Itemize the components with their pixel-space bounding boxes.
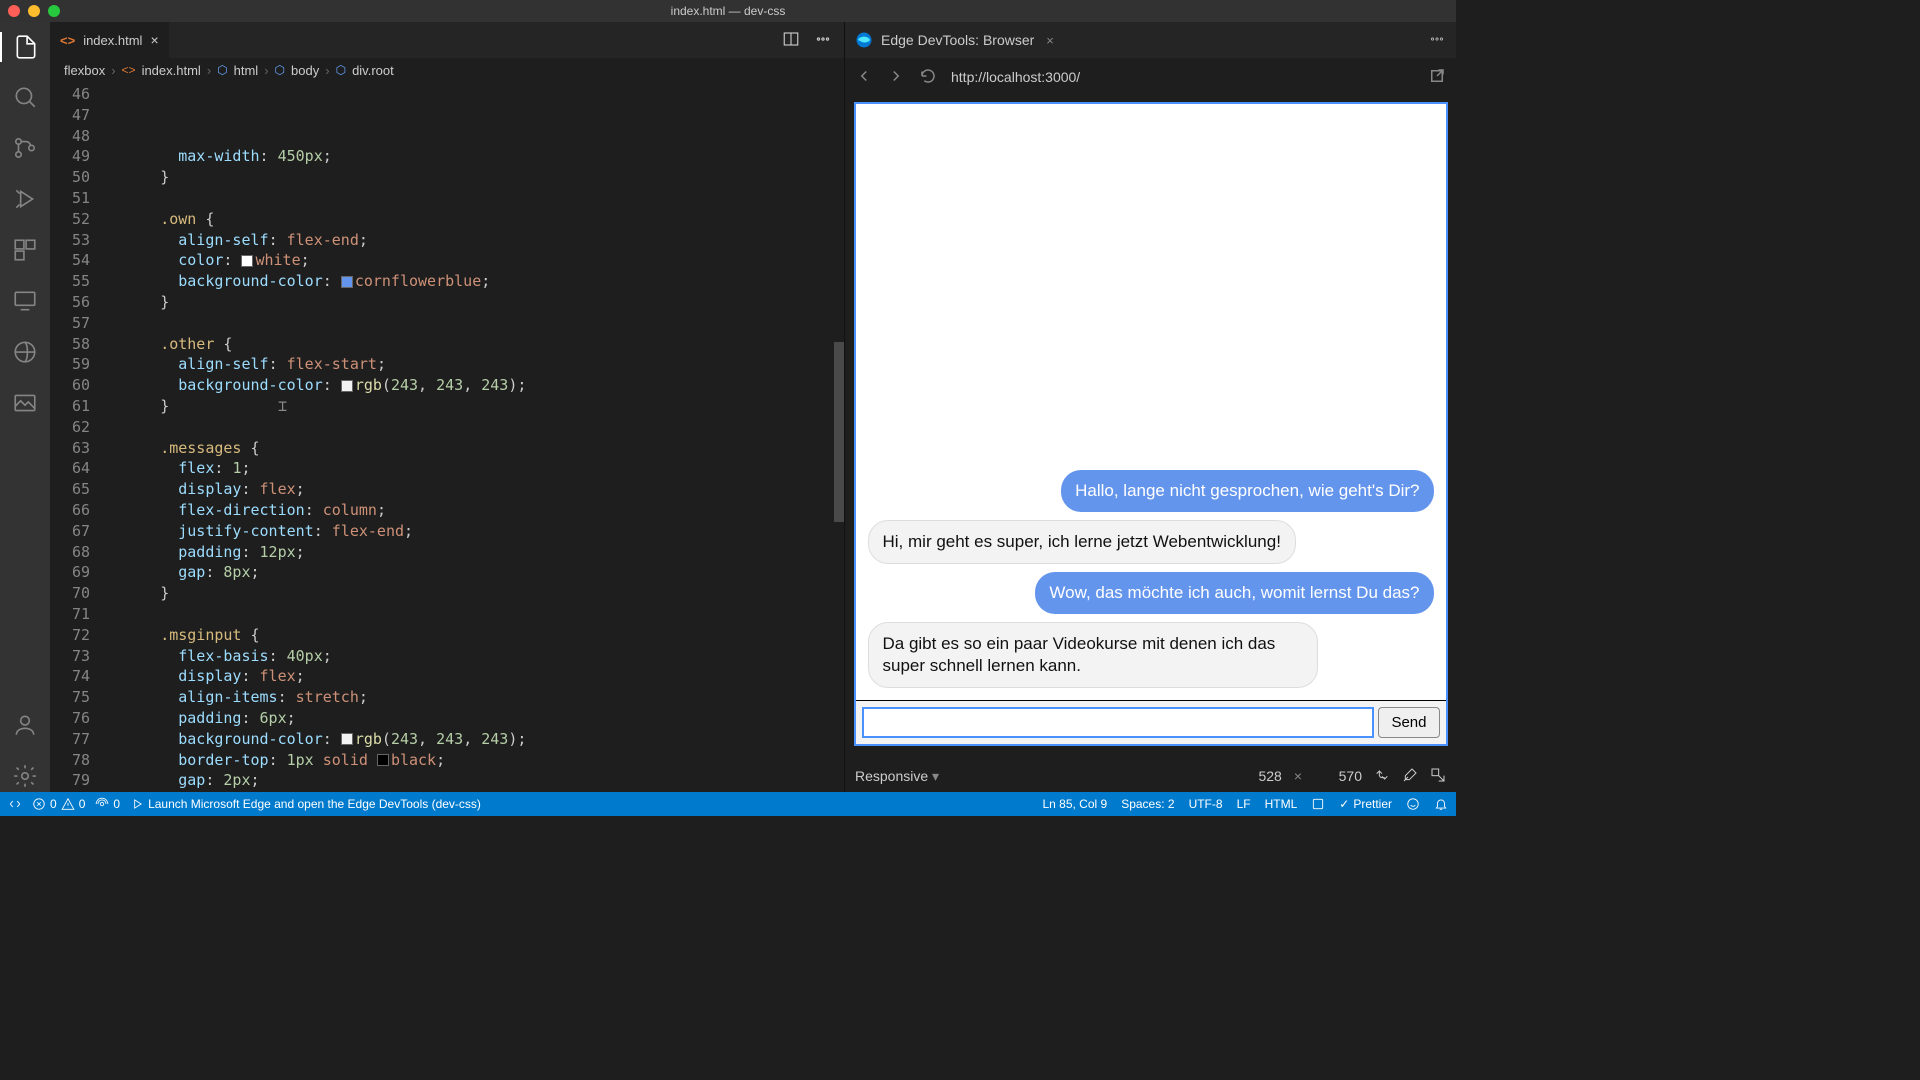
eyedropper-icon[interactable] — [1402, 767, 1418, 786]
crumb-folder[interactable]: flexbox — [64, 63, 105, 78]
responsive-dropdown[interactable]: Responsive — [855, 768, 939, 785]
message-input-bar: Send — [856, 700, 1446, 744]
remote-icon[interactable] — [12, 288, 38, 317]
feedback-icon[interactable] — [1406, 797, 1420, 812]
settings-icon[interactable] — [12, 763, 38, 792]
chat-message: Da gibt es so ein paar Videokurse mit de… — [868, 622, 1318, 688]
status-bar: 0 0 0 Launch Microsoft Edge and open the… — [0, 792, 1456, 816]
titlebar: index.html — dev-css — [0, 0, 1456, 22]
account-icon[interactable] — [12, 712, 38, 741]
html-file-icon: <> — [60, 33, 75, 48]
message-input[interactable] — [862, 707, 1375, 738]
chat-message: Hi, mir geht es super, ich lerne jetzt W… — [868, 520, 1296, 564]
tools-icon[interactable] — [1311, 797, 1325, 812]
close-tab-icon[interactable]: × — [150, 32, 158, 48]
window-title: index.html — dev-css — [671, 4, 786, 18]
dimension-separator: × — [1294, 768, 1302, 784]
window-controls — [8, 5, 60, 17]
editor-tabs: <> index.html × — [50, 22, 844, 58]
chat-messages: Hallo, lange nicht gesprochen, wie geht'… — [856, 104, 1446, 700]
crumb-file[interactable]: index.html — [142, 63, 201, 78]
code-editor[interactable]: 4647484950515253545556575859606162636465… — [50, 82, 844, 792]
edge-browser-icon — [855, 31, 873, 49]
nav-forward-icon[interactable] — [887, 67, 905, 88]
devtools-close-icon[interactable]: × — [1046, 33, 1054, 48]
tab-label: index.html — [83, 33, 142, 48]
launch-edge-status[interactable]: Launch Microsoft Edge and open the Edge … — [130, 797, 481, 811]
image-icon[interactable] — [12, 390, 38, 419]
language-mode[interactable]: HTML — [1265, 797, 1298, 811]
code-content[interactable]: ⌶ max-width: 450px; } .own { align-self:… — [106, 82, 844, 792]
devtools-toolbar: http://localhost:3000/ — [845, 58, 1456, 96]
notifications-icon[interactable] — [1434, 797, 1448, 812]
scrollbar-vertical[interactable] — [834, 342, 844, 522]
extensions-icon[interactable] — [12, 237, 38, 266]
split-editor-icon[interactable] — [782, 30, 800, 51]
devtools-panel: Edge DevTools: Browser × http://localhos… — [844, 22, 1456, 792]
tab-index-html[interactable]: <> index.html × — [50, 22, 170, 58]
crumb-div-root[interactable]: div.root — [352, 63, 394, 78]
chat-message: Wow, das möchte ich auch, womit lernst D… — [1035, 572, 1433, 614]
errors-warnings[interactable]: 0 0 — [32, 797, 85, 811]
cursor-position[interactable]: Ln 85, Col 9 — [1042, 797, 1107, 811]
indentation[interactable]: Spaces: 2 — [1121, 797, 1174, 811]
reload-icon[interactable] — [919, 67, 937, 88]
debug-icon[interactable] — [12, 186, 38, 215]
open-external-icon[interactable] — [1428, 67, 1446, 88]
devtools-footer: Responsive × — [845, 760, 1456, 792]
url-bar[interactable]: http://localhost:3000/ — [951, 69, 1414, 85]
source-control-icon[interactable] — [12, 135, 38, 164]
port-forward[interactable]: 0 — [95, 797, 120, 811]
line-gutter: 4647484950515253545556575859606162636465… — [50, 82, 106, 792]
nav-back-icon[interactable] — [855, 67, 873, 88]
crumb-body[interactable]: body — [291, 63, 319, 78]
search-icon[interactable] — [12, 84, 38, 113]
explorer-icon[interactable] — [0, 32, 50, 62]
chat-message: Hallo, lange nicht gesprochen, wie geht'… — [1061, 470, 1433, 512]
devtools-more-icon[interactable] — [1428, 30, 1446, 51]
devtools-tab-title: Edge DevTools: Browser — [881, 32, 1034, 48]
send-button[interactable]: Send — [1378, 707, 1439, 738]
minimize-window-icon[interactable] — [28, 5, 40, 17]
rotate-icon[interactable] — [1374, 767, 1390, 786]
eol[interactable]: LF — [1237, 797, 1251, 811]
activity-bar — [0, 22, 50, 792]
inspect-icon[interactable] — [1430, 767, 1446, 786]
viewport-height-input[interactable] — [1314, 768, 1362, 784]
editor-area: <> index.html × flexbox › <> index.html … — [50, 22, 844, 792]
edge-icon[interactable] — [12, 339, 38, 368]
more-actions-icon[interactable] — [814, 30, 832, 51]
maximize-window-icon[interactable] — [48, 5, 60, 17]
breadcrumbs[interactable]: flexbox › <> index.html › ⬡ html › ⬡ bod… — [50, 58, 844, 82]
viewport-width-input[interactable] — [1234, 768, 1282, 784]
close-window-icon[interactable] — [8, 5, 20, 17]
encoding[interactable]: UTF-8 — [1189, 797, 1223, 811]
preview-frame[interactable]: Hallo, lange nicht gesprochen, wie geht'… — [854, 102, 1448, 746]
preview-viewport: Hallo, lange nicht gesprochen, wie geht'… — [845, 96, 1456, 760]
devtools-tab[interactable]: Edge DevTools: Browser × — [845, 22, 1456, 58]
prettier-status[interactable]: ✓ Prettier — [1339, 797, 1392, 811]
remote-indicator[interactable] — [8, 797, 22, 811]
crumb-html[interactable]: html — [234, 63, 259, 78]
